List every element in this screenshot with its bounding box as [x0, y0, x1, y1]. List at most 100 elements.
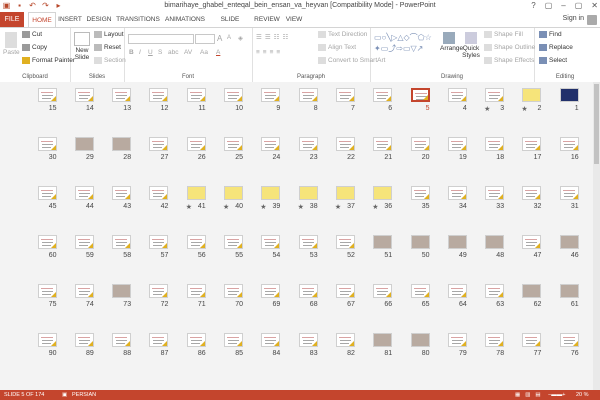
slide-thumbnail[interactable]	[410, 333, 430, 347]
slide-thumbnail[interactable]	[522, 284, 542, 298]
animation-star-icon[interactable]: ★	[260, 203, 266, 211]
slide-thumbnail[interactable]	[485, 333, 505, 347]
slide-thumbnail[interactable]	[112, 137, 132, 151]
slide-thumbnail[interactable]	[149, 333, 169, 347]
slide-thumbnail[interactable]	[522, 137, 542, 151]
view-buttons[interactable]: ▦▥▤	[515, 390, 546, 400]
slide-thumbnail[interactable]	[447, 186, 467, 200]
slide-thumbnail[interactable]	[373, 235, 393, 249]
slide-thumbnail[interactable]	[559, 137, 579, 151]
slide-thumbnail[interactable]	[37, 235, 57, 249]
slide-thumbnail[interactable]	[559, 88, 579, 102]
strikethrough-button[interactable]: S	[158, 49, 162, 56]
slide-thumbnail[interactable]	[335, 137, 355, 151]
reset-button[interactable]: Reset	[94, 44, 121, 51]
slide-thumbnail[interactable]	[522, 186, 542, 200]
slide-thumbnail[interactable]	[224, 186, 243, 200]
slide-thumbnail[interactable]	[112, 235, 132, 249]
slide-thumbnail[interactable]	[522, 333, 542, 347]
change-case-button[interactable]: Aa	[200, 49, 208, 56]
slide-thumbnail[interactable]	[74, 137, 94, 151]
slide-thumbnail[interactable]	[149, 284, 169, 298]
slide-thumbnail[interactable]	[112, 333, 132, 347]
slide-thumbnail[interactable]	[559, 235, 579, 249]
list-buttons[interactable]: ☰☰☷☷	[256, 33, 291, 41]
shape-outline-button[interactable]: Shape Outline	[484, 44, 535, 51]
slide-thumbnail[interactable]	[37, 186, 57, 200]
slide-thumbnail[interactable]	[373, 333, 393, 347]
sign-in-link[interactable]: Sign in	[563, 15, 584, 22]
slide-thumbnail[interactable]	[112, 284, 132, 298]
slide-thumbnail[interactable]	[37, 137, 57, 151]
slide-thumbnail[interactable]	[335, 284, 355, 298]
slide-thumbnail[interactable]	[447, 284, 467, 298]
slide-thumbnail[interactable]	[261, 186, 281, 200]
slide-thumbnail[interactable]	[410, 186, 430, 200]
slide-thumbnail[interactable]	[335, 88, 355, 102]
layout-button[interactable]: Layout	[94, 31, 124, 38]
slide-thumbnail[interactable]	[485, 88, 505, 102]
slide-thumbnail[interactable]	[261, 333, 281, 347]
slide-thumbnail[interactable]	[485, 137, 505, 151]
slide-thumbnail[interactable]	[74, 186, 94, 200]
slide-thumbnail[interactable]	[224, 137, 243, 151]
slide-thumbnail[interactable]	[149, 137, 169, 151]
paste-button[interactable]: Paste	[3, 32, 20, 56]
shape-fill-button[interactable]: Shape Fill	[484, 31, 523, 38]
text-direction-button[interactable]: Text Direction	[318, 31, 367, 38]
slide-thumbnail[interactable]	[149, 88, 169, 102]
slide-thumbnail[interactable]	[335, 333, 355, 347]
slide-thumbnail[interactable]	[37, 88, 57, 102]
copy-button[interactable]: Copy	[22, 44, 47, 51]
animation-star-icon[interactable]: ★	[521, 105, 527, 113]
slide-thumbnail[interactable]	[410, 137, 430, 151]
ribbon-display-button[interactable]: ▢	[545, 1, 553, 10]
slide-thumbnail[interactable]	[559, 186, 579, 200]
select-button[interactable]: Select	[539, 57, 567, 64]
zoom-level[interactable]: 20 %	[576, 390, 589, 400]
align-buttons[interactable]: ≡≡≡≡	[256, 49, 283, 56]
animation-star-icon[interactable]: ★	[186, 203, 192, 211]
close-button[interactable]: ✕	[591, 1, 598, 10]
find-button[interactable]: Find	[539, 31, 562, 38]
tab-view[interactable]: VIEW	[284, 12, 304, 27]
slide-thumbnail[interactable]	[373, 186, 393, 200]
slide-thumbnail[interactable]	[298, 137, 318, 151]
slide-thumbnail[interactable]	[74, 88, 94, 102]
slide-thumbnail[interactable]	[335, 235, 355, 249]
slide-thumbnail[interactable]	[186, 186, 206, 200]
slide-thumbnail[interactable]	[335, 186, 355, 200]
clear-formatting-icon[interactable]: ◈	[238, 34, 243, 42]
tab-slide-show[interactable]: SLIDE SHOW	[210, 12, 250, 38]
slide-thumbnail[interactable]	[298, 88, 318, 102]
slide-thumbnail[interactable]	[186, 284, 206, 298]
minimize-button[interactable]: –	[561, 1, 565, 10]
slide-thumbnail[interactable]	[261, 137, 281, 151]
shapes-gallery[interactable]: ▭○╲▷△◇⌒⬠☆✦▭⤴⇨▭▽↗	[374, 32, 436, 66]
shape-effects-button[interactable]: Shape Effects	[484, 57, 534, 64]
slide-thumbnail[interactable]	[149, 186, 169, 200]
slide-thumbnail[interactable]	[74, 235, 94, 249]
animation-star-icon[interactable]: ★	[223, 203, 229, 211]
tab-transitions[interactable]: TRANSITIONS	[116, 12, 160, 27]
slide-thumbnail[interactable]	[298, 186, 318, 200]
slide-thumbnail[interactable]	[224, 284, 243, 298]
slide-thumbnail[interactable]	[149, 235, 169, 249]
slide-thumbnail[interactable]	[224, 333, 243, 347]
help-button[interactable]: ?	[531, 1, 535, 10]
slide-thumbnail[interactable]	[373, 284, 393, 298]
vertical-scrollbar[interactable]	[593, 82, 600, 390]
italic-button[interactable]: I	[139, 49, 141, 56]
font-size-down-button[interactable]: A	[227, 35, 231, 41]
animation-star-icon[interactable]: ★	[484, 105, 490, 113]
animation-star-icon[interactable]: ★	[298, 203, 304, 211]
slide-thumbnail[interactable]	[485, 186, 505, 200]
slide-thumbnail[interactable]	[298, 333, 318, 347]
slide-thumbnail[interactable]	[559, 284, 579, 298]
slide-thumbnail[interactable]	[410, 235, 430, 249]
slide-thumbnail[interactable]	[37, 284, 57, 298]
zoom-slider[interactable]: −▬▬+	[548, 390, 565, 400]
font-color-button[interactable]: A	[216, 49, 220, 56]
slide-thumbnail[interactable]	[37, 333, 57, 347]
slide-thumbnail[interactable]	[186, 137, 206, 151]
